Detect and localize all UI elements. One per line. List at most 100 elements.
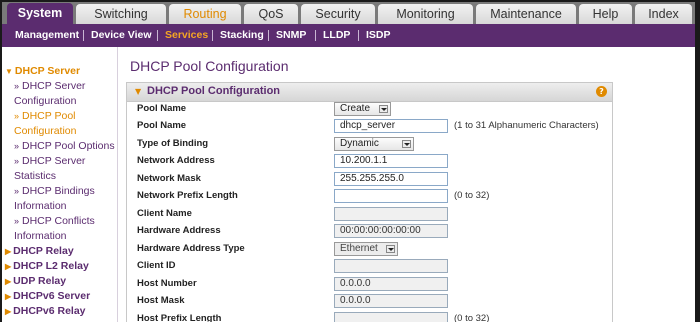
config-panel: ▼ DHCP Pool Configuration ? Pool Name Cr…	[126, 82, 613, 322]
subnav-management[interactable]: Management	[15, 24, 79, 47]
sidebar-label: Information	[14, 230, 67, 242]
sidebar-item-dhcp-pool-options[interactable]: » DHCP Pool Options	[14, 139, 116, 154]
tab-qos[interactable]: QoS	[244, 4, 298, 24]
subnav-lldp[interactable]: LLDP	[323, 24, 350, 47]
sidebar-label: DHCP Bindings	[22, 185, 95, 197]
binding-type-select[interactable]: Dynamic	[334, 137, 414, 151]
sidebar-item-dhcp-pool-configuration[interactable]: » DHCP Pool Configuration	[14, 109, 116, 139]
caret-right-icon: ▶	[5, 247, 12, 256]
dropdown-arrow-icon	[402, 140, 411, 148]
pool-name-select[interactable]: Create	[334, 102, 391, 116]
client-name-label: Client Name	[137, 208, 192, 219]
double-chevron-icon: »	[14, 141, 20, 151]
sidebar-label: DHCP Pool	[22, 110, 76, 122]
subnav-separator	[157, 30, 158, 41]
client-name-field[interactable]	[334, 207, 448, 221]
sidebar-label: DHCPv6 Relay	[13, 305, 86, 317]
tab-routing[interactable]: Routing	[169, 4, 241, 24]
sidebar-label: Information	[14, 200, 67, 212]
subnav-separator	[212, 30, 213, 41]
tab-maintenance[interactable]: Maintenance	[476, 4, 576, 24]
caret-right-icon: ▶	[5, 292, 12, 301]
network-prefix-length-input[interactable]	[334, 189, 448, 203]
network-mask-label: Network Mask	[137, 173, 201, 184]
select-value: Create	[340, 103, 371, 114]
host-mask-label: Host Mask	[137, 295, 185, 306]
sidebar-dhcpv6-relay[interactable]: ▶ DHCPv6 Relay	[5, 304, 86, 319]
double-chevron-icon: »	[14, 216, 20, 226]
main-content: DHCP Pool Configuration ▼ DHCP Pool Conf…	[118, 47, 695, 322]
tab-system[interactable]: System	[7, 3, 73, 25]
page-title: DHCP Pool Configuration	[130, 58, 289, 74]
subnav-stacking[interactable]: Stacking	[220, 24, 264, 47]
sidebar-label: Configuration	[14, 95, 77, 107]
subnav-device-view[interactable]: Device View	[91, 24, 152, 47]
pool-name-input[interactable]: dhcp_server	[334, 119, 448, 133]
double-chevron-icon: »	[14, 81, 20, 91]
tab-help[interactable]: Help	[579, 4, 632, 24]
sidebar-label: DHCPv6 Server	[13, 290, 91, 302]
tab-index[interactable]: Index	[635, 4, 692, 24]
pool-name-label: Pool Name	[137, 120, 187, 131]
dropdown-arrow-icon	[386, 245, 395, 253]
client-id-label: Client ID	[137, 260, 176, 271]
sidebar-label: Statistics	[14, 170, 57, 182]
sidebar-item-dhcp-conflicts-information[interactable]: » DHCP Conflicts Information	[14, 214, 116, 244]
panel-title: DHCP Pool Configuration	[147, 85, 281, 97]
binding-type-label: Type of Binding	[137, 138, 209, 149]
sidebar-udp-relay[interactable]: ▶ UDP Relay	[5, 274, 66, 289]
sidebar-label: DHCP Conflicts	[22, 215, 95, 227]
sidebar-dhcp-server[interactable]: ▼ DHCP Server	[5, 64, 80, 79]
network-address-label: Network Address	[137, 155, 215, 166]
hardware-address-field[interactable]: 00:00:00:00:00:00	[334, 224, 448, 238]
double-chevron-icon: »	[14, 156, 20, 166]
tab-switching[interactable]: Switching	[76, 4, 166, 24]
subnav-separator	[315, 30, 316, 41]
hardware-address-type-label: Hardware Address Type	[137, 243, 245, 254]
pool-name-hint: (1 to 31 Alphanumeric Characters)	[454, 120, 599, 131]
subnav-separator	[358, 30, 359, 41]
sidebar-item-dhcp-bindings-information[interactable]: » DHCP Bindings Information	[14, 184, 116, 214]
sidebar: ▼ DHCP Server » DHCP Server Configuration »…	[2, 47, 118, 322]
panel-header: ▼ DHCP Pool Configuration ?	[127, 83, 612, 102]
subnav-separator	[83, 30, 84, 41]
help-icon[interactable]: ?	[596, 86, 607, 97]
caret-right-icon: ▶	[5, 277, 12, 286]
host-prefix-length-field[interactable]	[334, 312, 448, 322]
subnav-snmp[interactable]: SNMP	[276, 24, 306, 47]
sub-nav-bar: Management Device View Services Stacking…	[2, 24, 695, 47]
sidebar-label: Configuration	[14, 125, 77, 137]
host-mask-field[interactable]: 0.0.0.0	[334, 294, 448, 308]
sidebar-item-dhcp-server-configuration[interactable]: » DHCP Server Configuration	[14, 79, 116, 109]
subnav-separator	[268, 30, 269, 41]
double-chevron-icon: »	[14, 111, 20, 121]
caret-down-icon: ▼	[5, 67, 13, 76]
host-number-field[interactable]: 0.0.0.0	[334, 277, 448, 291]
subnav-isdp[interactable]: ISDP	[366, 24, 391, 47]
double-chevron-icon: »	[14, 186, 20, 196]
sidebar-dhcp-l2-relay[interactable]: ▶ DHCP L2 Relay	[5, 259, 89, 274]
sidebar-label: DHCP Relay	[13, 245, 74, 257]
host-prefix-length-hint: (0 to 32)	[454, 313, 490, 322]
tab-monitoring[interactable]: Monitoring	[378, 4, 473, 24]
caret-right-icon: ▶	[5, 262, 12, 271]
collapse-caret-icon[interactable]: ▼	[135, 87, 141, 96]
tab-security[interactable]: Security	[301, 4, 375, 24]
pool-name-select-label: Pool Name	[137, 103, 187, 114]
sidebar-dhcp-relay[interactable]: ▶ DHCP Relay	[5, 244, 74, 259]
sidebar-item-dhcp-server-statistics[interactable]: » DHCP Server Statistics	[14, 154, 116, 184]
network-prefix-length-hint: (0 to 32)	[454, 190, 490, 201]
subnav-services[interactable]: Services	[165, 24, 208, 47]
sidebar-label: DHCP Pool Options	[22, 140, 115, 152]
main-tab-bar: System Switching Routing QoS Security Mo…	[2, 2, 695, 25]
sidebar-dhcpv6-server[interactable]: ▶ DHCPv6 Server	[5, 289, 90, 304]
sidebar-label: DHCP Server	[22, 80, 86, 92]
hardware-address-type-select[interactable]: Ethernet	[334, 242, 398, 256]
app-window: System Switching Routing QoS Security Mo…	[2, 2, 695, 322]
network-prefix-length-label: Network Prefix Length	[137, 190, 238, 201]
sidebar-label: UDP Relay	[13, 275, 67, 287]
client-id-field[interactable]	[334, 259, 448, 273]
network-address-input[interactable]: 10.200.1.1	[334, 154, 448, 168]
sidebar-label: DHCP Server	[22, 155, 86, 167]
network-mask-input[interactable]: 255.255.255.0	[334, 172, 448, 186]
